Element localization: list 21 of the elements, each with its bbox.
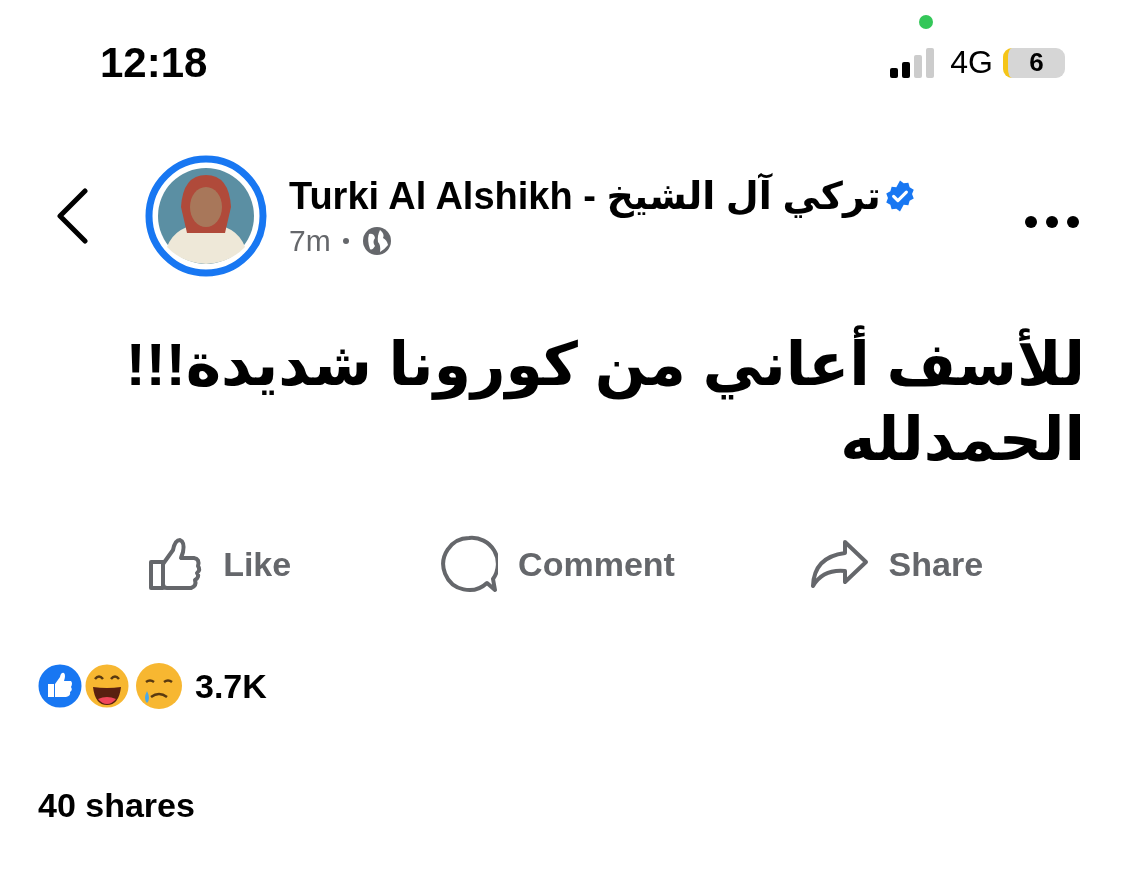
thumbs-up-icon [147,536,204,592]
like-button[interactable]: Like [137,527,302,601]
status-time: 12:18 [100,38,208,87]
share-button[interactable]: Share [798,527,994,601]
separator-dot-icon [342,238,349,244]
post-text: للأسف أعاني من كورونا شديدة!!! الحمدلله [40,327,1085,477]
battery-indicator: 6 [1003,47,1065,78]
share-count[interactable]: 40 shares [38,786,195,825]
author-name[interactable]: Turki Al Alshikh - تركي آل الشيخ [289,174,881,218]
network-label: 4G [950,44,993,81]
share-arrow-icon [808,539,869,589]
reaction-emojis-icon [35,661,183,711]
globe-icon [360,225,393,257]
avatar[interactable] [145,155,267,277]
comment-button[interactable]: Comment [430,527,685,601]
camera-indicator-icon [919,15,933,29]
reaction-count[interactable]: 3.7K [195,666,267,706]
post-time: 7m [289,224,331,258]
more-options-icon[interactable] [1024,215,1080,229]
back-icon[interactable] [55,188,89,244]
speech-bubble-icon [440,535,499,593]
